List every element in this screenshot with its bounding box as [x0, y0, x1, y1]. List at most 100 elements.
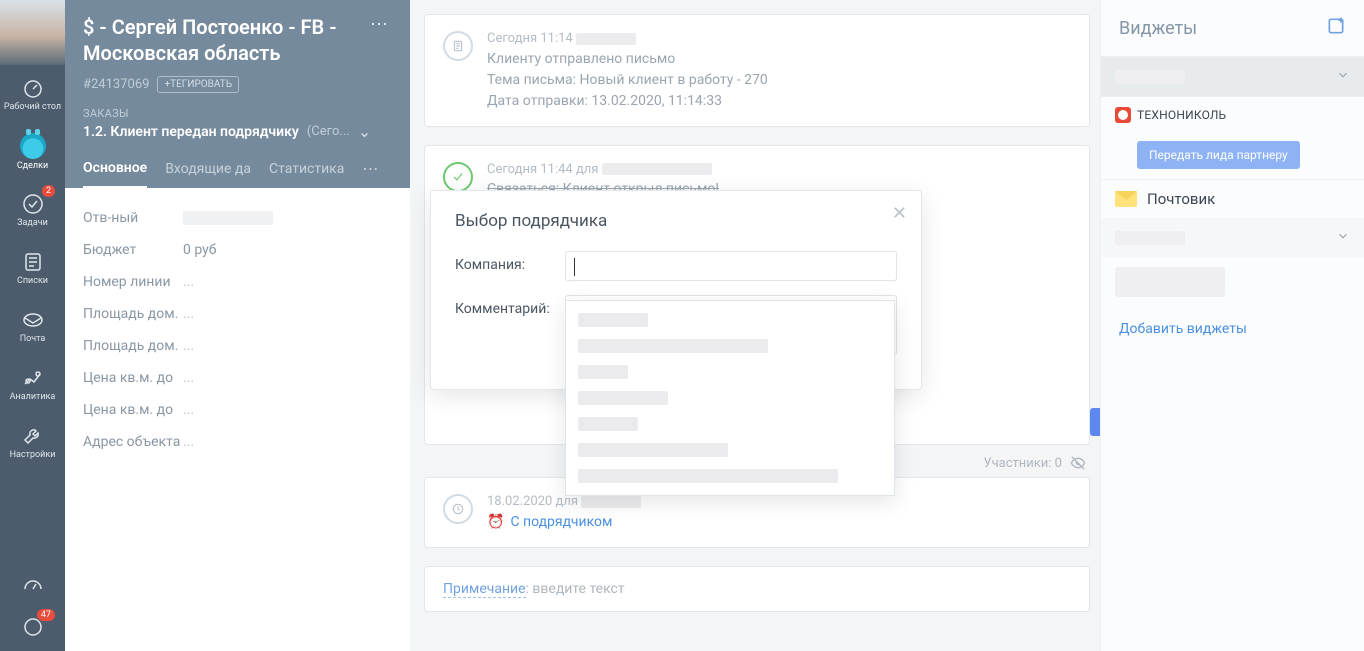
workspace-hero[interactable] — [0, 0, 65, 65]
field-label: Цена кв.м. до — [83, 402, 183, 418]
widget-blur-row — [1101, 257, 1364, 307]
nav-label: Почта — [20, 335, 46, 345]
deal-id: #24137069 — [83, 77, 149, 92]
nav-deals[interactable]: Сделки — [0, 123, 65, 181]
dropdown-option[interactable] — [566, 411, 894, 437]
field-value-redacted[interactable] — [183, 211, 273, 225]
chevron-down-icon[interactable]: ⌄ — [358, 122, 371, 141]
redacted — [1115, 231, 1185, 245]
widget-technonikol: ТЕХНОНИКОЛЬ — [1101, 97, 1364, 133]
field-label: Площадь дом. — [83, 338, 183, 354]
note-input[interactable]: Примечание: введите текст — [424, 566, 1090, 612]
submit-button-edge[interactable] — [1090, 408, 1100, 436]
widget-collapsed-1[interactable] — [1101, 57, 1364, 96]
company-dropdown — [565, 300, 895, 496]
redacted — [602, 163, 712, 175]
field-value[interactable]: ... — [183, 306, 194, 322]
email-line1: Клиенту отправлено письмо — [487, 49, 1071, 70]
field-label: Бюджет — [83, 242, 183, 258]
redacted — [581, 496, 641, 508]
left-nav-rail: Рабочий стол Сделки 2 Задачи Списки Почт… — [0, 0, 65, 651]
orders-label: ЗАКАЗЫ — [83, 107, 392, 120]
dropdown-option[interactable] — [566, 307, 894, 333]
deal-fields: Отв-ный Бюджет0 руб Номер линии... Площа… — [65, 188, 410, 651]
field-value[interactable]: 0 руб — [183, 242, 217, 258]
nav-analytics[interactable]: Аналитика — [0, 355, 65, 413]
note-placeholder: : введите текст — [526, 581, 625, 597]
deal-more-icon[interactable]: ⋯ — [366, 14, 392, 35]
nav-speed[interactable] — [0, 565, 65, 605]
deal-title[interactable]: $ - Сергей Постоенко - FB - Московская о… — [83, 14, 366, 66]
nav-dashboard[interactable]: Рабочий стол — [0, 65, 65, 123]
timeline-email-card[interactable]: Сегодня 11:14 Клиенту отправлено письмо … — [424, 14, 1090, 127]
field-label: Отв-ный — [83, 210, 183, 226]
comment-label: Комментарий: — [455, 295, 565, 317]
check-icon — [21, 192, 45, 216]
dropdown-option[interactable] — [566, 333, 894, 359]
widget-collapsed-2[interactable] — [1101, 218, 1364, 257]
redacted — [576, 33, 636, 45]
widgets-title: Виджеты — [1119, 18, 1197, 39]
tab-main[interactable]: Основное — [83, 160, 147, 188]
event-time: Сегодня 11:14 — [487, 31, 573, 46]
dropdown-option[interactable] — [566, 359, 894, 385]
deals-icon — [20, 133, 46, 159]
field-value[interactable]: ... — [183, 274, 194, 290]
field-value[interactable]: ... — [183, 434, 194, 450]
close-icon[interactable]: ✕ — [892, 203, 907, 224]
nav-tasks[interactable]: 2 Задачи — [0, 181, 65, 239]
list-icon — [21, 250, 45, 274]
note-label: Примечание — [443, 581, 526, 598]
deal-tabs: Основное Входящие да Статистика ⋯ — [83, 159, 392, 188]
widgets-panel: Виджеты ТЕХНОНИКОЛЬ Передать лида партне… — [1100, 0, 1364, 651]
field-value[interactable]: ... — [183, 402, 194, 418]
dropdown-option[interactable] — [566, 463, 894, 489]
nav-settings[interactable]: Настройки — [0, 413, 65, 471]
send-lead-button[interactable]: Передать лида партнеру — [1137, 141, 1300, 169]
chat-badge: 47 — [37, 609, 55, 621]
field-label: Номер линии — [83, 274, 183, 290]
nav-mail[interactable]: Почта — [0, 297, 65, 355]
modal-title: Выбор подрядчика — [455, 211, 897, 231]
tab-stats[interactable]: Статистика — [269, 161, 344, 187]
gauge-icon — [21, 76, 45, 100]
redacted — [1115, 70, 1185, 84]
clock-icon — [443, 494, 473, 524]
nav-label: Аналитика — [10, 393, 56, 403]
wrench-icon — [21, 424, 45, 448]
company-input[interactable] — [565, 251, 897, 281]
field-value[interactable]: ... — [183, 370, 194, 386]
tabs-more-icon[interactable]: ⋯ — [362, 159, 378, 188]
tab-incoming[interactable]: Входящие да — [165, 161, 251, 187]
nav-lists[interactable]: Списки — [0, 239, 65, 297]
dropdown-option[interactable] — [566, 437, 894, 463]
add-widget-icon[interactable] — [1326, 16, 1346, 40]
analytics-icon — [21, 366, 45, 390]
nav-label: Сделки — [17, 162, 48, 172]
deal-stage[interactable]: 1.2. Клиент передан подрядчику — [83, 124, 299, 140]
mail-icon — [21, 308, 45, 332]
task-text: С подрядчиком — [510, 512, 612, 533]
chevron-down-icon — [1336, 228, 1350, 247]
tasks-badge: 2 — [42, 185, 55, 197]
widget-mail[interactable]: Почтовик — [1101, 180, 1364, 218]
add-widgets-link[interactable]: Добавить виджеты — [1101, 307, 1364, 351]
nav-chat[interactable]: 47 — [0, 605, 65, 651]
mail-widget-label: Почтовик — [1147, 190, 1215, 208]
technonikol-label: ТЕХНОНИКОЛЬ — [1137, 108, 1226, 122]
nav-label: Рабочий стол — [4, 103, 61, 113]
task-time: 18.02.2020 для — [487, 494, 578, 509]
dropdown-option[interactable] — [566, 385, 894, 411]
deal-stage-date: (Сего... — [307, 124, 350, 139]
event-time: Сегодня 11:44 для — [487, 162, 598, 177]
company-label: Компания: — [455, 251, 565, 273]
tag-button[interactable]: +ТЕГИРОВАТЬ — [157, 76, 239, 93]
check-circle-icon — [443, 162, 473, 192]
nav-label: Настройки — [10, 451, 56, 461]
deal-panel: $ - Сергей Постоенко - FB - Московская о… — [65, 0, 410, 651]
field-label: Цена кв.м. до — [83, 370, 183, 386]
chevron-down-icon — [1336, 67, 1350, 86]
field-value[interactable]: ... — [183, 338, 194, 354]
speed-icon — [21, 573, 45, 597]
document-icon — [443, 31, 473, 61]
